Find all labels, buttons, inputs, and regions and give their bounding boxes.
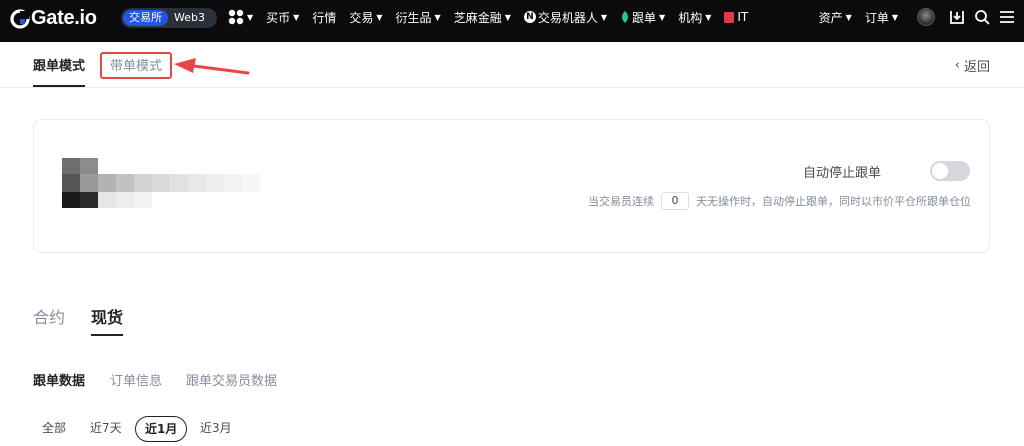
nav-assets[interactable]: 资产 ▼: [819, 9, 852, 26]
nav-buy-crypto[interactable]: 买币 ▼: [266, 9, 299, 26]
auto-stop-toggle[interactable]: [930, 161, 970, 181]
tab-futures[interactable]: 合约: [33, 304, 65, 328]
back-label: 返回: [963, 60, 990, 75]
search-icon[interactable]: [974, 9, 990, 25]
mode-web3[interactable]: Web3: [168, 10, 211, 26]
chevron-down-icon: ▼: [659, 12, 666, 22]
tab-spot[interactable]: 现货: [91, 304, 124, 336]
download-icon[interactable]: [949, 9, 965, 25]
nav-label: IT: [737, 10, 749, 24]
nav-label: 交易: [349, 10, 374, 25]
chevron-down-icon: ▼: [504, 12, 511, 22]
nav-trading-bot[interactable]: N 交易机器人 ▼: [523, 9, 608, 26]
mode-exchange[interactable]: 交易所: [123, 10, 168, 26]
desc-suffix: 天无操作时，自动停止跟单，同时以市价平仓所跟单仓位: [696, 195, 971, 208]
leaf-icon: [622, 11, 629, 23]
nav-news[interactable]: IT: [724, 10, 748, 24]
inactive-days-input[interactable]: 0: [661, 192, 689, 210]
nav-institutional[interactable]: 机构 ▼: [678, 9, 711, 26]
news-chart-icon: [724, 11, 735, 23]
auto-stop-description: 当交易员连续 0 天无操作时，自动停止跟单，同时以市价平仓所跟单仓位: [588, 192, 971, 210]
auto-stop-label: 自动停止跟单: [802, 166, 881, 181]
period-1m[interactable]: 近1月: [135, 416, 188, 442]
tab-order-info[interactable]: 订单信息: [110, 370, 162, 389]
nav-label: 芝麻金融: [453, 10, 502, 25]
chevron-down-icon: ▼: [293, 12, 300, 22]
period-all[interactable]: 全部: [33, 416, 75, 442]
nav-label: 行情: [312, 10, 337, 25]
chevron-down-icon: ▼: [705, 12, 712, 22]
nav-label: 资产: [818, 10, 843, 25]
nav-trade[interactable]: 交易 ▼: [349, 9, 382, 26]
nav-label: 机构: [678, 10, 703, 25]
user-avatar[interactable]: [917, 8, 935, 26]
chevron-down-icon: ▼: [891, 12, 898, 22]
nav-label: 订单: [864, 10, 889, 25]
nav-orders[interactable]: 订单 ▼: [865, 9, 898, 26]
tab-trader-data[interactable]: 跟单交易员数据: [186, 370, 277, 389]
main-menu: ▼ 买币 ▼ 行情 交易 ▼ 衍生品 ▼ 芝麻金融 ▼ N 交易机器人 ▼ 跟单…: [228, 0, 761, 34]
top-nav: Gate.io 交易所 Web3 ▼ 买币 ▼ 行情 交易 ▼ 衍生品 ▼ 芝麻…: [0, 0, 1024, 42]
nav-derivatives[interactable]: 衍生品 ▼: [396, 9, 441, 26]
chevron-down-icon: ▼: [600, 12, 608, 22]
nav-copy-trading[interactable]: 跟单 ▼: [620, 9, 665, 26]
nav-finance[interactable]: 芝麻金融 ▼: [454, 9, 511, 26]
period-3m[interactable]: 近3月: [191, 416, 241, 442]
desc-prefix: 当交易员连续: [588, 195, 654, 208]
annotation-highlight-box: [100, 52, 172, 79]
nav-markets[interactable]: 行情: [312, 9, 336, 26]
chevron-down-icon: ▼: [376, 12, 383, 22]
exchange-web3-toggle[interactable]: 交易所 Web3: [121, 8, 217, 28]
annotation-arrow-icon: [174, 58, 250, 75]
chevron-left-icon: ‹: [954, 58, 960, 73]
nav-right: 资产 ▼ 订单 ▼: [819, 0, 1024, 34]
nav-label: 买币: [266, 10, 291, 25]
back-button[interactable]: ‹ 返回: [955, 56, 990, 75]
period-7d[interactable]: 近7天: [81, 416, 131, 442]
chevron-down-icon: ▼: [247, 12, 254, 22]
nav-label: 跟单: [632, 10, 657, 25]
redacted-trader-info: [54, 158, 264, 208]
nav-label: 交易机器人: [537, 10, 598, 25]
trader-settings-card: 自动停止跟单 当交易员连续 0 天无操作时，自动停止跟单，同时以市价平仓所跟单仓…: [33, 119, 990, 253]
chevron-down-icon: ▼: [845, 12, 852, 22]
gate-logo-icon: [10, 8, 30, 29]
tab-copy-data[interactable]: 跟单数据: [33, 370, 85, 389]
bot-icon: N: [523, 11, 536, 23]
chevron-down-icon: ▼: [434, 12, 441, 22]
toggle-knob: [932, 163, 948, 179]
logo-text: Gate.io: [31, 7, 97, 29]
gate-logo[interactable]: Gate.io: [10, 7, 97, 30]
nav-label: 衍生品: [395, 10, 432, 25]
apps-grid-icon: [228, 9, 244, 25]
menu-icon[interactable]: [999, 9, 1015, 25]
tab-follow-mode[interactable]: 跟单模式: [33, 55, 86, 87]
apps-menu[interactable]: ▼: [228, 9, 253, 25]
